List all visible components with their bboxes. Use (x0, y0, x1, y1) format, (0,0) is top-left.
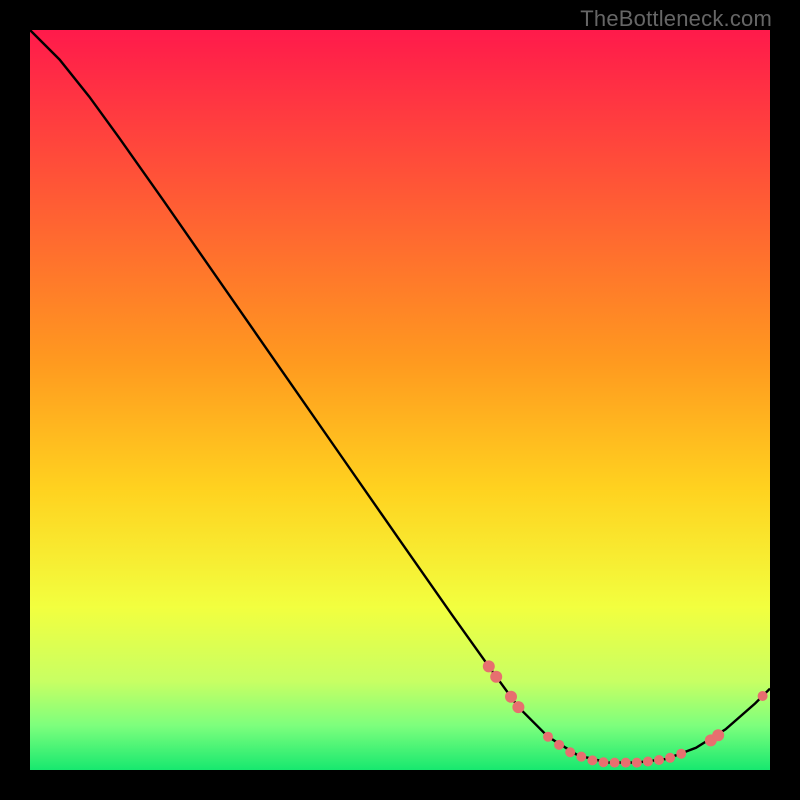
data-marker (758, 691, 768, 701)
chart-background (30, 30, 770, 770)
data-marker (587, 755, 597, 765)
data-marker (505, 691, 517, 703)
data-marker (676, 749, 686, 759)
data-marker (490, 671, 502, 683)
chart-frame: TheBottleneck.com (0, 0, 800, 800)
bottleneck-chart (30, 30, 770, 770)
data-marker (632, 758, 642, 768)
data-marker (554, 740, 564, 750)
data-marker (599, 757, 609, 767)
data-marker (712, 729, 724, 741)
data-marker (654, 755, 664, 765)
watermark-text: TheBottleneck.com (580, 6, 772, 32)
data-marker (610, 758, 620, 768)
data-marker (483, 660, 495, 672)
data-marker (643, 756, 653, 766)
data-marker (621, 758, 631, 768)
data-marker (543, 732, 553, 742)
data-marker (665, 753, 675, 763)
data-marker (576, 752, 586, 762)
data-marker (565, 747, 575, 757)
data-marker (512, 701, 524, 713)
